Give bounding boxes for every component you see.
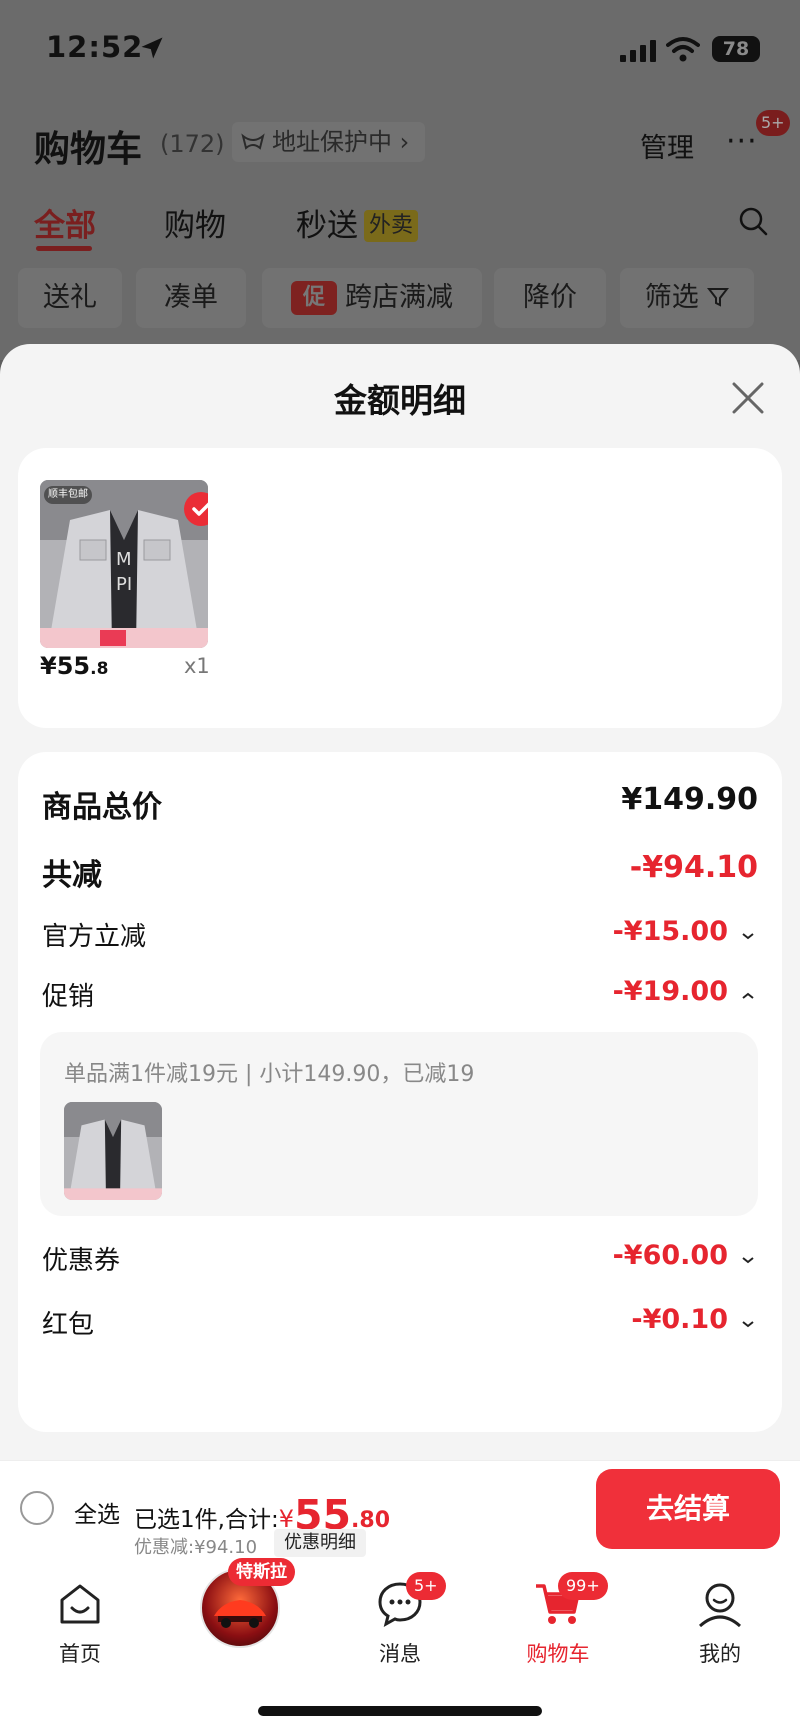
manage-button[interactable]: 管理 (640, 126, 694, 165)
sheet-title: 金额明细 (334, 381, 466, 420)
messages-badge: 5+ (406, 1572, 446, 1600)
row-official-discount[interactable]: 官方立减 -¥15.00 (42, 916, 758, 956)
checkout-button[interactable]: 去结算 (596, 1469, 780, 1549)
more-button[interactable]: ··· (726, 124, 758, 159)
address-protection-chip[interactable]: 地址保护中 › (232, 122, 426, 162)
row-total-reduce: 共减 -¥94.10 (42, 850, 758, 893)
product-quantity: x1 (184, 654, 210, 678)
discount-detail-button[interactable]: 优惠明细 (274, 1529, 366, 1557)
product-card: M PI 顺丰包邮 ¥55.8 x1 (18, 448, 782, 728)
home-indicator (258, 1706, 542, 1716)
discount-summary: 优惠减:¥94.10 (134, 1537, 258, 1558)
shipping-tag: 顺丰包邮 (44, 486, 92, 504)
funnel-icon (707, 288, 730, 307)
official-discount-value: -¥15.00 (612, 916, 728, 947)
filter-gift[interactable]: 送礼 (18, 268, 122, 328)
row-coupon[interactable]: 优惠券 -¥60.00 (42, 1240, 758, 1280)
product-image[interactable]: M PI 顺丰包邮 (40, 480, 208, 648)
cart-tabs: 全部 购物 秒送 外卖 (0, 200, 800, 254)
filter-more-label: 筛选 (644, 282, 699, 313)
filter-price-drop[interactable]: 降价 (494, 268, 606, 328)
promotion-label: 促销 (42, 982, 95, 1012)
search-icon[interactable] (738, 206, 768, 236)
jacket-thumbnail-illustration (64, 1102, 162, 1200)
promo-tag: 促 (291, 281, 337, 315)
promotion-detail-text: 单品满1件减19元 | 小计149.90，已减19 (64, 1062, 475, 1087)
cart-count: (172) (160, 130, 225, 158)
amount-detail-card: 商品总价 ¥149.90 共减 -¥94.10 官方立减 -¥15.00 促销 … (18, 752, 782, 1432)
nav-home[interactable]: 首页 (30, 1578, 130, 1668)
svg-text:M: M (116, 549, 132, 570)
background-page: 12:52 78 购物车 (172) 地址保护中 › 管理 ··· 5+ 全部 … (0, 0, 800, 360)
select-all-label[interactable]: 全选 (74, 1495, 120, 1529)
status-bar: 12:52 78 (0, 30, 800, 74)
row-promotion[interactable]: 促销 -¥19.00 (42, 976, 758, 1016)
close-icon[interactable] (728, 378, 768, 418)
chevron-down-icon (742, 1321, 754, 1328)
chevron-down-icon (742, 1257, 754, 1264)
total-reduce-label: 共减 (42, 858, 102, 893)
red-packet-label: 红包 (42, 1310, 95, 1340)
total-price-label: 商品总价 (42, 790, 162, 825)
coupon-label: 优惠券 (42, 1246, 121, 1276)
tab-express[interactable]: 秒送 外卖 (296, 200, 419, 245)
tab-express-label: 秒送 (296, 208, 358, 244)
coupon-value: -¥60.00 (612, 1240, 728, 1271)
filter-row: 送礼 凑单 促跨店满减 降价 筛选 (0, 268, 800, 328)
filter-cross-store[interactable]: 促跨店满减 (262, 268, 482, 328)
svg-text:PI: PI (116, 574, 132, 595)
cart-header: 购物车 (172) 地址保护中 › 管理 ··· 5+ (0, 110, 800, 170)
cart-badge: 99+ (558, 1572, 608, 1600)
row-red-packet[interactable]: 红包 -¥0.10 (42, 1304, 758, 1344)
battery-indicator: 78 (712, 36, 760, 62)
red-packet-value: -¥0.10 (631, 1304, 728, 1335)
nav-me[interactable]: 我的 (670, 1578, 770, 1668)
tab-all[interactable]: 全部 (34, 200, 96, 245)
nav-cart[interactable]: 购物车 99+ (508, 1572, 608, 1668)
product-price-main: ¥55 (40, 652, 91, 680)
cellular-signal-icon (620, 40, 656, 62)
nav-home-label: 首页 (59, 1642, 101, 1666)
nav-messages[interactable]: 消息 5+ (350, 1572, 450, 1668)
filter-more[interactable]: 筛选 (620, 268, 754, 328)
nav-cart-label: 购物车 (526, 1642, 590, 1666)
promotion-value: -¥19.00 (612, 976, 728, 1007)
row-total-price: 商品总价 ¥149.90 (42, 782, 758, 825)
promotion-detail-box: 单品满1件减19元 | 小计149.90，已减19 (40, 1032, 758, 1216)
nav-me-label: 我的 (699, 1642, 741, 1666)
bottom-nav: 首页 特斯拉 消息 5+ 购物车 99+ 我的 (0, 1558, 800, 1731)
chevron-down-icon (742, 933, 754, 940)
mask-icon (241, 133, 265, 150)
takeout-tag: 外卖 (364, 210, 419, 242)
tesla-tag: 特斯拉 (228, 1558, 295, 1586)
product-price: ¥55.8 (40, 652, 108, 680)
select-all-radio[interactable] (20, 1491, 54, 1525)
address-protection-label: 地址保护中 › (272, 128, 410, 156)
selection-prefix: 已选1件,合计: (134, 1507, 279, 1533)
jacket-illustration: M PI (40, 480, 208, 648)
checkout-bar: 全选 已选1件,合计:¥55.80 优惠减:¥94.10 优惠明细 去结算 (0, 1460, 800, 1558)
filter-bundle[interactable]: 凑单 (136, 268, 246, 328)
tab-underline (36, 246, 92, 251)
total-reduce-value: -¥94.10 (629, 850, 758, 885)
home-icon (60, 1584, 100, 1624)
filter-cross-store-label: 跨店满减 (345, 282, 453, 313)
status-time: 12:52 (46, 30, 144, 64)
promotion-product-thumbnail (64, 1102, 162, 1200)
location-arrow-icon (141, 37, 163, 59)
official-discount-label: 官方立减 (42, 922, 147, 952)
page-title: 购物车 (34, 129, 143, 170)
product-price-cents: .8 (90, 659, 109, 679)
selected-check-icon[interactable] (184, 492, 208, 526)
nav-messages-label: 消息 (379, 1642, 421, 1666)
profile-icon (698, 1583, 742, 1628)
more-badge: 5+ (756, 110, 790, 136)
tab-shopping[interactable]: 购物 (164, 200, 226, 245)
wifi-icon (666, 37, 700, 62)
total-price-value: ¥149.90 (621, 782, 758, 817)
amount-detail-sheet: 金额明细 M PI 顺丰包邮 ¥55.8 x1 商品总价 ¥149.90 共减 … (0, 344, 800, 1464)
chevron-up-icon (742, 992, 754, 999)
